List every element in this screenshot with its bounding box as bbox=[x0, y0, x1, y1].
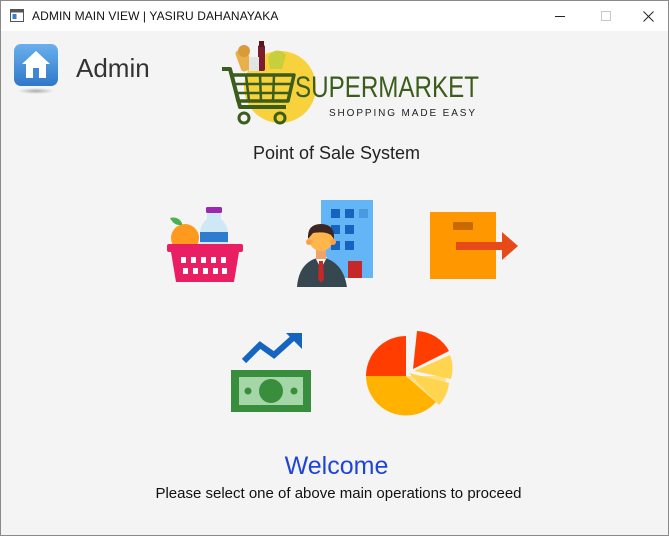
app-window: ADMIN MAIN VIEW | YASIRU DAHANAYAKA Admi… bbox=[0, 0, 669, 536]
maximize-button[interactable] bbox=[583, 1, 629, 31]
title-bar[interactable]: ADMIN MAIN VIEW | YASIRU DAHANAYAKA bbox=[1, 1, 668, 31]
logo-brand-text: SUPERMARKET bbox=[295, 71, 479, 104]
instructions-text: Please select one of above main operatio… bbox=[155, 485, 522, 502]
minimize-button[interactable] bbox=[537, 1, 583, 31]
system-title: Point of Sale System bbox=[252, 143, 421, 163]
main-content: Admin SUPERMARKET SHOPPING MADE EASY Poi… bbox=[1, 31, 668, 535]
money-trend-icon bbox=[231, 333, 311, 412]
logo-tagline-text: SHOPPING MADE EASY bbox=[329, 108, 475, 119]
shopping-cart-icon: SUPERMARKET SHOPPING MADE EASY bbox=[222, 41, 479, 125]
app-window-icon bbox=[10, 9, 24, 22]
close-button[interactable] bbox=[628, 1, 668, 31]
user-role-label: Admin bbox=[76, 53, 150, 83]
reports-operation-button[interactable] bbox=[363, 331, 453, 417]
sales-operation-button[interactable] bbox=[230, 331, 312, 415]
home-button[interactable] bbox=[13, 43, 59, 95]
employee-building-icon bbox=[297, 200, 373, 287]
pie-chart-icon bbox=[366, 331, 453, 416]
supermarket-logo: SUPERMARKET SHOPPING MADE EASY bbox=[216, 39, 486, 131]
close-icon bbox=[642, 10, 654, 22]
products-operation-button[interactable] bbox=[164, 202, 246, 286]
employees-operation-button[interactable] bbox=[295, 199, 377, 291]
minimize-icon bbox=[555, 16, 565, 17]
maximize-icon bbox=[601, 11, 611, 21]
window-title: ADMIN MAIN VIEW | YASIRU DAHANAYAKA bbox=[32, 9, 279, 23]
home-icon bbox=[14, 44, 58, 94]
box-exit-icon bbox=[430, 212, 518, 279]
stock-operation-button[interactable] bbox=[426, 211, 520, 281]
grocery-basket-icon bbox=[167, 207, 243, 282]
welcome-heading: Welcome bbox=[284, 452, 389, 480]
